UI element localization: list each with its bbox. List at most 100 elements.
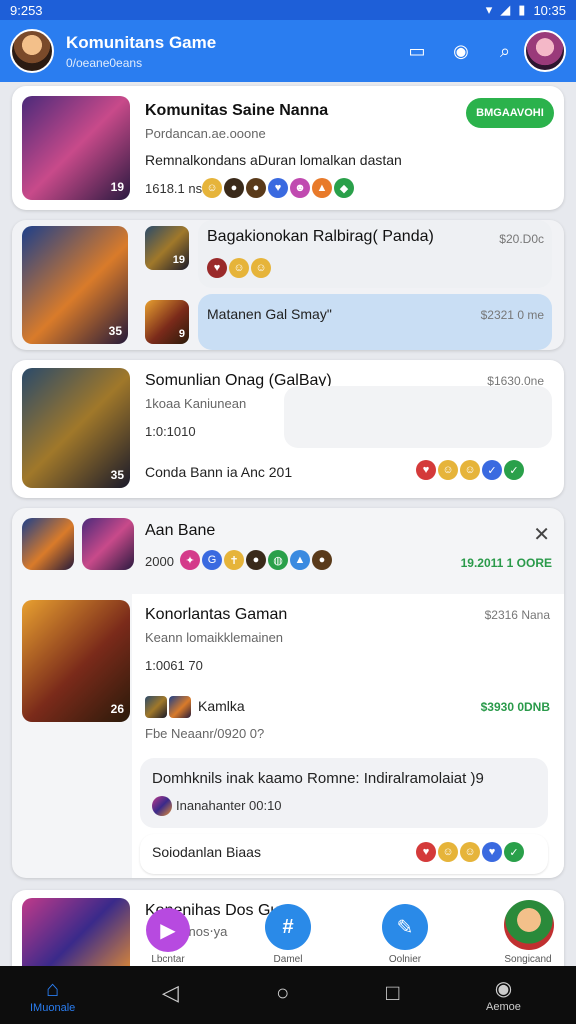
comment-author: Bagakionokan Ralbirag( Panda) bbox=[207, 228, 434, 245]
app-bar: Komunitans Game 0/oeane0eans ▭ ◉ ⌕ bbox=[0, 20, 576, 82]
nav-home[interactable]: ⌂ IMuonale bbox=[30, 976, 75, 1014]
page-subtitle: 0/oeane0eans bbox=[66, 55, 143, 70]
cross-icon: ✝ bbox=[224, 550, 244, 570]
post-price: $2316 Nana bbox=[484, 608, 550, 622]
post-subtitle: Keann lomaikklemainen bbox=[145, 630, 284, 645]
nav-account[interactable]: ◉ Aemoe bbox=[486, 976, 521, 1013]
post-thumbnail[interactable]: 35 bbox=[22, 368, 130, 488]
battery-icon: ▮ bbox=[518, 2, 526, 17]
quote-bubble bbox=[140, 758, 548, 828]
reactions[interactable]: ♥ ☺ ☺ bbox=[207, 258, 271, 278]
post-thumbnail[interactable]: 19 bbox=[22, 96, 130, 200]
fab-label: Songicand bbox=[504, 954, 552, 965]
smile-icon: ☺ bbox=[460, 460, 480, 480]
reply-author: Matanen Gal Smay" bbox=[207, 306, 332, 322]
smile-icon: ☺ bbox=[438, 460, 458, 480]
avatar-icon: ● bbox=[224, 178, 244, 198]
post-body: Remnalkondans aDuran lomalkan dastan bbox=[145, 152, 402, 168]
post-thumbnail[interactable] bbox=[22, 898, 130, 966]
community-avatar[interactable] bbox=[10, 29, 54, 73]
quote-avatar[interactable] bbox=[152, 796, 172, 816]
heart-icon: ♥ bbox=[207, 258, 227, 278]
reactions[interactable]: ✦ G ✝ ● ◍ ▲ ● bbox=[180, 550, 332, 570]
comment-avatar[interactable] bbox=[145, 696, 167, 718]
fab-label: Lbcntar bbox=[151, 954, 185, 965]
bird-icon: ▲ bbox=[290, 550, 310, 570]
reply-avatar[interactable]: 9 bbox=[145, 300, 189, 344]
group-stat: 19.2011 1 OORE bbox=[460, 556, 552, 570]
profile-avatar[interactable] bbox=[524, 30, 566, 72]
smile-icon: ☺ bbox=[438, 842, 458, 862]
bottom-nav: ⌂ IMuonale ◁ ○ □ ◉ Aemoe bbox=[0, 966, 576, 1024]
smile-icon: ☺ bbox=[229, 258, 249, 278]
comment-avatar[interactable]: 19 bbox=[145, 226, 189, 270]
member-avatar[interactable] bbox=[82, 518, 134, 570]
post-card[interactable]: 35 Somunlian Onag (GalBay) $1630.0ne 1ko… bbox=[12, 360, 564, 498]
recents-icon[interactable]: □ bbox=[386, 980, 399, 1006]
fab-profile[interactable] bbox=[504, 900, 554, 950]
heart-icon: ♥ bbox=[416, 842, 436, 862]
reactions[interactable]: ♥ ☺ ☺ ♥ ✓ bbox=[416, 842, 524, 862]
home-circle-icon[interactable]: ○ bbox=[276, 980, 289, 1006]
comment-price: $3930 0DNB bbox=[480, 700, 550, 714]
close-icon[interactable]: ✕ bbox=[533, 522, 550, 547]
smile-icon: ☺ bbox=[460, 842, 480, 862]
reactions[interactable]: ☺ ● ● ♥ ☻ ▲ ◆ bbox=[202, 178, 354, 198]
fab-label: Oolnier bbox=[388, 954, 422, 965]
join-button[interactable]: BMGAAVOHI bbox=[466, 98, 554, 128]
message-icon[interactable]: ▭ bbox=[404, 38, 430, 64]
post-title: Komunitas Saine Nanna bbox=[145, 102, 329, 119]
back-icon[interactable]: ◁ bbox=[162, 980, 179, 1006]
user-icon: ◉ bbox=[494, 978, 513, 1000]
nav-account-label: Aemoe bbox=[486, 1001, 521, 1013]
fab-edit[interactable]: ✎ bbox=[382, 904, 428, 950]
comment-box bbox=[284, 386, 552, 448]
comment-author: Kamlka bbox=[198, 698, 245, 714]
quote-subtitle: Inanahanter 00:10 bbox=[176, 798, 282, 813]
nav-home-label: IMuonale bbox=[30, 1002, 76, 1014]
check-icon: ✓ bbox=[504, 842, 524, 862]
sparkle-icon: ✦ bbox=[180, 550, 200, 570]
thread-footer: Soiodanlan Biaas bbox=[152, 844, 261, 860]
status-clock: 10:35 bbox=[533, 2, 566, 18]
signal-icon: ◢ bbox=[500, 2, 511, 17]
feed[interactable]: 19 Komunitas Saine Nanna Pordancan.ae.oo… bbox=[0, 82, 576, 966]
like-icon: ♥ bbox=[482, 842, 502, 862]
reactions[interactable]: ♥ ☺ ☺ ✓ ✓ bbox=[416, 460, 524, 480]
post-meta: 1:0061 70 bbox=[145, 658, 203, 673]
post-card[interactable]: 35 19 Bagakionokan Ralbirag( Panda) $20.… bbox=[12, 220, 564, 350]
avatar-icon: ● bbox=[246, 178, 266, 198]
post-subtitle: Pordancan.ae.ooone bbox=[145, 126, 266, 141]
heart-icon: ♥ bbox=[268, 178, 288, 198]
reply-price: $2321 0 me bbox=[480, 308, 544, 322]
search-icon[interactable]: ⌕ bbox=[492, 38, 518, 64]
fab-create[interactable]: ▶ bbox=[146, 908, 190, 952]
compass-icon[interactable]: ◉ bbox=[448, 38, 474, 64]
page-title: Komunitans Game bbox=[66, 32, 217, 52]
laugh-icon: ☺ bbox=[202, 178, 222, 198]
comment-subtitle: Fbe Neaanr/0920 0? bbox=[145, 726, 265, 741]
status-bar: 9:253 ▾ ◢ ▮ 10:35 bbox=[0, 0, 576, 20]
quote-text: Domhknils inak kaamo Romne: Indiralramol… bbox=[152, 770, 484, 787]
heart-icon: ♥ bbox=[416, 460, 436, 480]
post-thumbnail[interactable]: 35 bbox=[22, 226, 128, 344]
post-title: Konorlantas Gaman bbox=[145, 606, 288, 623]
fab-hashtag[interactable]: # bbox=[265, 904, 311, 950]
fab-label: Damel bbox=[273, 954, 303, 965]
check-icon: ✓ bbox=[504, 460, 524, 480]
g-icon: G bbox=[202, 550, 222, 570]
comment-price: $20.D0c bbox=[499, 232, 544, 246]
post-meta: 1:0:1010 bbox=[145, 424, 196, 439]
post-thumbnail[interactable]: 26 bbox=[22, 600, 130, 722]
like-icon: ✓ bbox=[482, 460, 502, 480]
post-card[interactable]: Aan Bane ✕ 2000 ✦ G ✝ ● ◍ ▲ ● 19.2011 1 … bbox=[12, 508, 564, 878]
member-avatar[interactable] bbox=[22, 518, 74, 570]
reply-bubble bbox=[198, 294, 552, 350]
group-meta: 2000 bbox=[145, 554, 174, 569]
post-card[interactable]: 19 Komunitas Saine Nanna Pordancan.ae.oo… bbox=[12, 86, 564, 210]
leaf-icon: ◆ bbox=[334, 178, 354, 198]
post-subtitle: 1koaa Kaniunean bbox=[145, 396, 247, 411]
comment-avatar[interactable] bbox=[169, 696, 191, 718]
group-title: Aan Bane bbox=[145, 522, 216, 539]
avatar-icon: ● bbox=[246, 550, 266, 570]
